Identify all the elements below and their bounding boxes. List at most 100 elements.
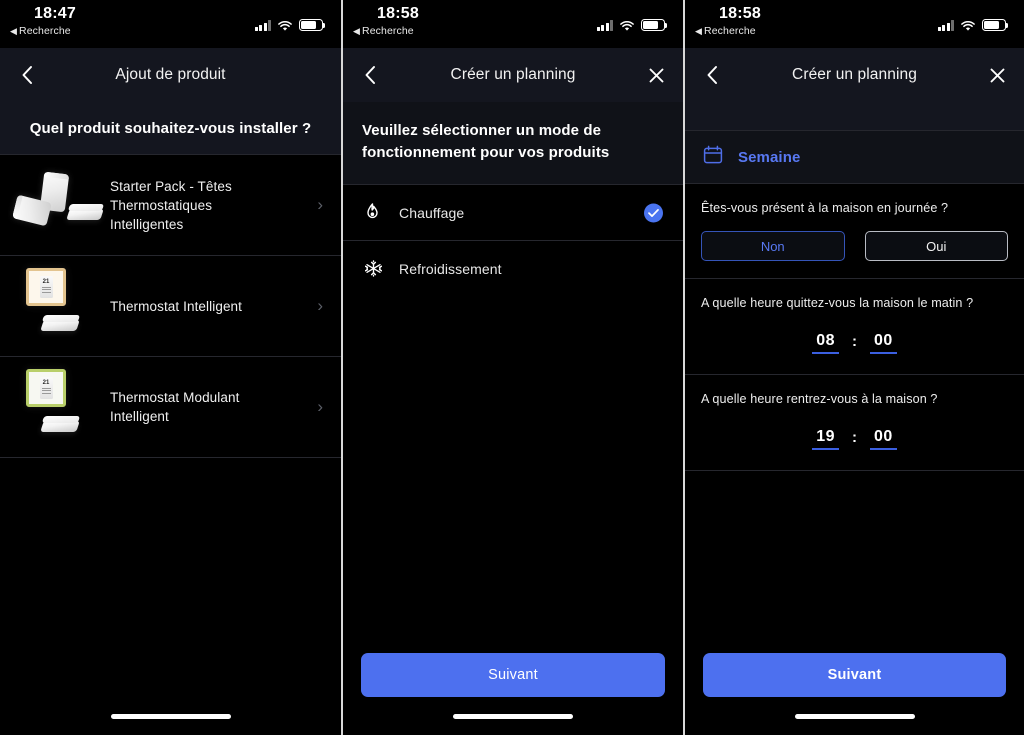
time-picker-return: 19 : 00 bbox=[701, 408, 1008, 470]
home-indicator[interactable] bbox=[110, 713, 231, 719]
status-back-label: Recherche bbox=[362, 25, 414, 37]
snowflake-icon bbox=[365, 260, 395, 277]
status-back-link[interactable]: ◀ Recherche bbox=[695, 25, 756, 37]
list-item[interactable]: 21 Thermostat Intelligent › bbox=[0, 256, 341, 357]
cellular-signal-icon bbox=[596, 20, 613, 31]
next-button[interactable]: Suivant bbox=[361, 653, 665, 697]
home-indicator-area bbox=[343, 697, 683, 735]
flame-icon bbox=[365, 203, 395, 222]
screenshot-root: 18:47 ◀ Recherche Ajout de produit Quel p… bbox=[0, 0, 1024, 735]
page-title: Créer un planning bbox=[792, 66, 917, 83]
option-non[interactable]: Non bbox=[701, 231, 845, 261]
time-separator: : bbox=[852, 429, 857, 446]
minute-field[interactable]: 00 bbox=[870, 428, 897, 450]
hour-field[interactable]: 19 bbox=[812, 428, 839, 450]
status-back-label: Recherche bbox=[704, 25, 756, 37]
battery-icon bbox=[982, 19, 1009, 31]
close-button[interactable] bbox=[643, 62, 669, 88]
nav-bar: Créer un planning bbox=[685, 48, 1024, 102]
question-return-time: A quelle heure rentrez-vous à la maison … bbox=[685, 375, 1024, 471]
battery-icon bbox=[299, 19, 326, 31]
product-selection-body: Quel produit souhaitez-vous installer ? … bbox=[0, 102, 341, 697]
nav-bar: Ajout de produit bbox=[0, 48, 341, 102]
list-item-label: Thermostat Modulant Intelligent bbox=[110, 390, 240, 424]
home-indicator[interactable] bbox=[453, 713, 573, 719]
hour-field[interactable]: 08 bbox=[812, 332, 839, 354]
back-triangle-icon: ◀ bbox=[353, 26, 361, 36]
screen-creer-un-planning-mode: 18:58 ◀ Recherche Créer un planning Veui… bbox=[341, 0, 683, 735]
status-back-link[interactable]: ◀ Recherche bbox=[353, 25, 414, 37]
section-instruction: Veuillez sélectionner un mode de fonctio… bbox=[343, 102, 683, 184]
status-bar: 18:58 ◀ Recherche bbox=[685, 0, 1024, 48]
chevron-right-icon: › bbox=[317, 397, 323, 416]
status-bar: 18:47 ◀ Recherche bbox=[0, 0, 341, 48]
page-title: Ajout de produit bbox=[115, 66, 226, 83]
status-back-label: Recherche bbox=[19, 25, 71, 37]
product-list: Starter Pack - Têtes Thermostatiques Int… bbox=[0, 154, 341, 458]
question-departure-time: A quelle heure quittez-vous la maison le… bbox=[685, 279, 1024, 375]
status-back-link[interactable]: ◀ Recherche bbox=[10, 25, 71, 37]
status-bar: 18:58 ◀ Recherche bbox=[343, 0, 683, 48]
mode-label: Chauffage bbox=[399, 204, 465, 221]
list-item-label: Starter Pack - Têtes Thermostatiques Int… bbox=[110, 178, 232, 232]
screen-creer-un-planning-semaine: 18:58 ◀ Recherche Créer un planning Sema… bbox=[683, 0, 1024, 735]
next-button[interactable]: Suivant bbox=[703, 653, 1006, 697]
time-separator: : bbox=[852, 333, 857, 350]
home-indicator-area bbox=[685, 697, 1024, 735]
calendar-icon bbox=[703, 145, 723, 170]
home-indicator-area bbox=[0, 697, 341, 735]
wifi-icon bbox=[277, 19, 293, 31]
chevron-right-icon: › bbox=[317, 296, 323, 315]
option-oui[interactable]: Oui bbox=[864, 231, 1008, 261]
list-item-label: Thermostat Intelligent bbox=[110, 298, 243, 314]
section-question: Quel produit souhaitez-vous installer ? bbox=[0, 102, 341, 154]
back-triangle-icon: ◀ bbox=[10, 26, 18, 36]
wifi-icon bbox=[960, 19, 976, 31]
back-triangle-icon: ◀ bbox=[695, 26, 703, 36]
thermostat-intelligent-image: 21 bbox=[6, 260, 110, 352]
status-time: 18:58 bbox=[719, 5, 761, 22]
cellular-signal-icon bbox=[254, 20, 271, 31]
wifi-icon bbox=[619, 19, 635, 31]
list-item[interactable]: 21 Thermostat Modulant Intelligent › bbox=[0, 357, 341, 458]
starter-pack-image bbox=[6, 159, 110, 251]
back-button[interactable] bbox=[14, 62, 40, 88]
planning-form-body: Semaine Êtes-vous présent à la maison en… bbox=[685, 102, 1024, 653]
header-spacer bbox=[685, 102, 1024, 130]
minute-field[interactable]: 00 bbox=[870, 332, 897, 354]
time-picker-departure: 08 : 00 bbox=[701, 312, 1008, 374]
empty-space bbox=[685, 471, 1024, 653]
thermostat-modulant-image: 21 bbox=[6, 361, 110, 453]
empty-space bbox=[343, 296, 683, 653]
mode-selection-body: Veuillez sélectionner un mode de fonctio… bbox=[343, 102, 683, 653]
nav-bar: Créer un planning bbox=[343, 48, 683, 102]
empty-space bbox=[0, 458, 341, 697]
mode-option-chauffage[interactable]: Chauffage bbox=[343, 184, 683, 240]
battery-icon bbox=[641, 19, 668, 31]
close-button[interactable] bbox=[984, 62, 1010, 88]
screen-ajout-de-produit: 18:47 ◀ Recherche Ajout de produit Quel p… bbox=[0, 0, 341, 735]
back-button[interactable] bbox=[357, 62, 383, 88]
list-item[interactable]: Starter Pack - Têtes Thermostatiques Int… bbox=[0, 155, 341, 256]
question-label: A quelle heure rentrez-vous à la maison … bbox=[701, 392, 938, 406]
question-label: A quelle heure quittez-vous la maison le… bbox=[701, 296, 974, 310]
mode-option-refroidissement[interactable]: Refroidissement bbox=[343, 240, 683, 296]
mode-label: Refroidissement bbox=[399, 260, 502, 277]
footer: Suivant bbox=[685, 653, 1024, 697]
week-selector[interactable]: Semaine bbox=[685, 130, 1024, 184]
week-label: Semaine bbox=[738, 148, 801, 166]
question-presence: Êtes-vous présent à la maison en journée… bbox=[685, 184, 1024, 279]
chevron-right-icon: › bbox=[317, 195, 323, 214]
status-indicators bbox=[937, 13, 1009, 31]
cellular-signal-icon bbox=[937, 20, 954, 31]
status-time: 18:58 bbox=[377, 5, 419, 22]
back-button[interactable] bbox=[699, 62, 725, 88]
yes-no-group: Non Oui bbox=[701, 231, 1008, 278]
status-indicators bbox=[254, 13, 326, 31]
question-label: Êtes-vous présent à la maison en journée… bbox=[701, 201, 949, 215]
status-time: 18:47 bbox=[34, 5, 76, 22]
status-indicators bbox=[596, 13, 668, 31]
home-indicator[interactable] bbox=[794, 713, 915, 719]
checkmark-icon bbox=[644, 203, 663, 222]
page-title: Créer un planning bbox=[450, 66, 576, 83]
